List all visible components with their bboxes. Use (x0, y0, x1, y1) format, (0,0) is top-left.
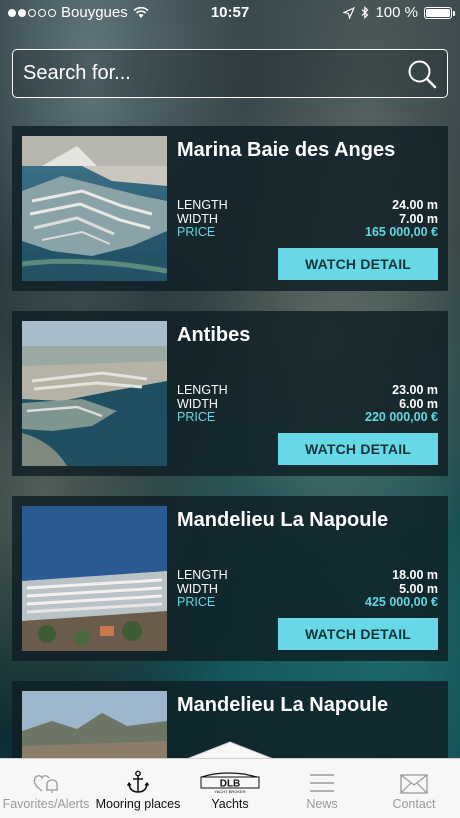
location-arrow-icon (343, 6, 356, 19)
width-value: 6.00 m (399, 396, 438, 411)
width-value: 5.00 m (399, 581, 438, 596)
length-value: 24.00 m (392, 198, 438, 212)
tab-label: Yachts (211, 797, 249, 811)
width-label: WIDTH (177, 211, 218, 226)
price-value: 425 000,00 € (365, 595, 438, 609)
tab-favorites-alerts[interactable]: Favorites/Alerts (0, 759, 92, 818)
dlb-logo-icon: DLB YACHT BROKER (200, 772, 260, 794)
svg-text:DLB: DLB (220, 779, 241, 790)
tab-label: News (306, 797, 338, 811)
listing-title: Marina Baie des Anges (177, 139, 396, 161)
length-label: LENGTH (177, 198, 228, 212)
watch-detail-button[interactable]: WATCH DETAIL (278, 433, 438, 465)
tab-news[interactable]: News (276, 759, 368, 818)
listing-card[interactable]: Mandelieu La Napoule LENGTH 18.00 m WIDTH… (12, 496, 448, 661)
width-label: WIDTH (177, 396, 218, 411)
tab-label: Favorites/Alerts (2, 797, 90, 811)
price-value: 220 000,00 € (365, 410, 438, 424)
price-label: PRICE (177, 595, 216, 609)
listing-card[interactable]: Marina Baie des Anges LENGTH 24.00 m WIDT… (12, 126, 448, 291)
listing-title: Mandelieu La Napoule (177, 509, 389, 531)
width-label: WIDTH (177, 581, 218, 596)
battery-percent: 100 % (375, 4, 418, 21)
tab-bar: Favorites/Alerts Mooring places DLB YACH… (0, 758, 460, 818)
tab-label: Mooring places (95, 797, 181, 811)
width-value: 7.00 m (399, 211, 438, 226)
tab-yachts[interactable]: DLB YACHT BROKER Yachts (184, 759, 276, 818)
length-value: 23.00 m (392, 383, 438, 397)
listing-photo[interactable] (22, 136, 167, 281)
listing-card[interactable]: Antibes LENGTH 23.00 m WIDTH 6.00 m PRICE 2… (12, 311, 448, 476)
watch-detail-button[interactable]: WATCH DETAIL (278, 248, 438, 280)
anchor-icon (127, 770, 149, 793)
listing-photo[interactable] (22, 691, 167, 761)
heart-bell-icon (33, 775, 58, 793)
length-label: LENGTH (177, 568, 228, 582)
listing-title: Mandelieu La Napoule (177, 694, 389, 716)
battery-icon (424, 6, 455, 19)
status-bar: Bouygues 10:57 100 % (0, 0, 460, 26)
listing-photo[interactable] (22, 321, 167, 466)
bluetooth-icon (362, 6, 369, 19)
listing-specs: LENGTH 23.00 m WIDTH 6.00 m PRICE 220 000,0… (177, 383, 438, 425)
listing-title: Antibes (177, 324, 251, 346)
price-value: 165 000,00 € (365, 225, 438, 239)
svg-text:YACHT BROKER: YACHT BROKER (214, 789, 245, 794)
price-label: PRICE (177, 410, 216, 424)
length-value: 18.00 m (392, 568, 438, 582)
listing-photo[interactable] (22, 506, 167, 651)
tab-indicator (184, 741, 276, 760)
watch-detail-button[interactable]: WATCH DETAIL (278, 618, 438, 650)
envelope-icon (400, 774, 428, 794)
search-icon[interactable] (407, 59, 437, 89)
tab-mooring-places[interactable]: Mooring places (92, 759, 184, 818)
price-label: PRICE (177, 225, 216, 239)
search-input[interactable] (23, 62, 403, 85)
listing-specs: LENGTH 24.00 m WIDTH 7.00 m PRICE 165 000,0… (177, 198, 438, 240)
tab-label: Contact (392, 797, 436, 811)
search-bar[interactable] (12, 49, 448, 98)
menu-lines-icon (310, 774, 334, 792)
length-label: LENGTH (177, 383, 228, 397)
tab-contact[interactable]: Contact (368, 759, 460, 818)
listing-specs: LENGTH 18.00 m WIDTH 5.00 m PRICE 425 000,0… (177, 568, 438, 610)
